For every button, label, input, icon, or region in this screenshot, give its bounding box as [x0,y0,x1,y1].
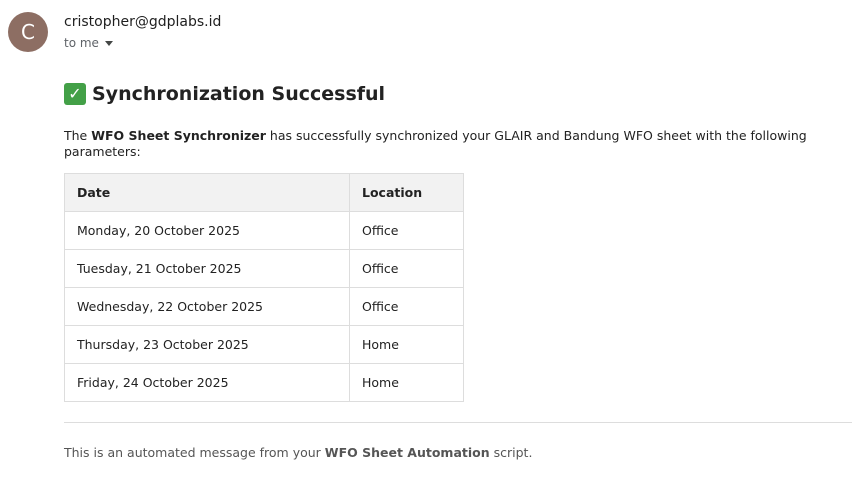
table-row: Tuesday, 21 October 2025 Office [64,249,464,288]
intro-bold: WFO Sheet Synchronizer [91,128,266,143]
location-cell: Office [349,211,464,250]
avatar[interactable]: C [8,12,48,52]
location-cell: Office [349,287,464,326]
date-cell: Monday, 20 October 2025 [64,211,350,250]
recipient-label: to me [64,36,99,50]
intro-prefix: The [64,128,92,143]
date-cell: Tuesday, 21 October 2025 [64,249,350,288]
table-row: Thursday, 23 October 2025 Home [64,325,464,364]
table-row: Monday, 20 October 2025 Office [64,211,464,250]
heading-text: Synchronization Successful [92,83,386,105]
location-cell: Office [349,249,464,288]
footer-note: This is an automated message from your W… [64,445,852,460]
column-header-location: Location [349,173,464,212]
column-header-date: Date [64,173,350,212]
message-body: ✓ Synchronization Successful The WFO She… [64,80,852,460]
footer-suffix: script. [489,445,533,460]
chevron-down-icon[interactable] [104,40,113,46]
recipient-details-toggle[interactable]: to me [64,36,221,50]
table-row: Friday, 24 October 2025 Home [64,363,464,402]
footer-prefix: This is an automated message from your [64,445,325,460]
location-cell: Home [349,363,464,402]
location-cell: Home [349,325,464,364]
check-mark-button-icon: ✓ [64,83,86,105]
sender-email[interactable]: cristopher@gdplabs.id [64,12,221,32]
intro-paragraph: The WFO Sheet Synchronizer has successfu… [64,128,852,160]
table-row: Wednesday, 22 October 2025 Office [64,287,464,326]
date-cell: Wednesday, 22 October 2025 [64,287,350,326]
message-heading: ✓ Synchronization Successful [64,80,852,108]
email-view: C cristopher@gdplabs.id to me ✓ Synchron… [0,0,852,484]
divider [64,422,852,423]
parameters-table: Date Location Monday, 20 October 2025 Of… [64,173,464,402]
date-cell: Friday, 24 October 2025 [64,363,350,402]
footer-bold: WFO Sheet Automation [324,445,490,460]
table-header-row: Date Location [64,173,464,212]
sender-block: cristopher@gdplabs.id to me [64,12,221,50]
date-cell: Thursday, 23 October 2025 [64,325,350,364]
